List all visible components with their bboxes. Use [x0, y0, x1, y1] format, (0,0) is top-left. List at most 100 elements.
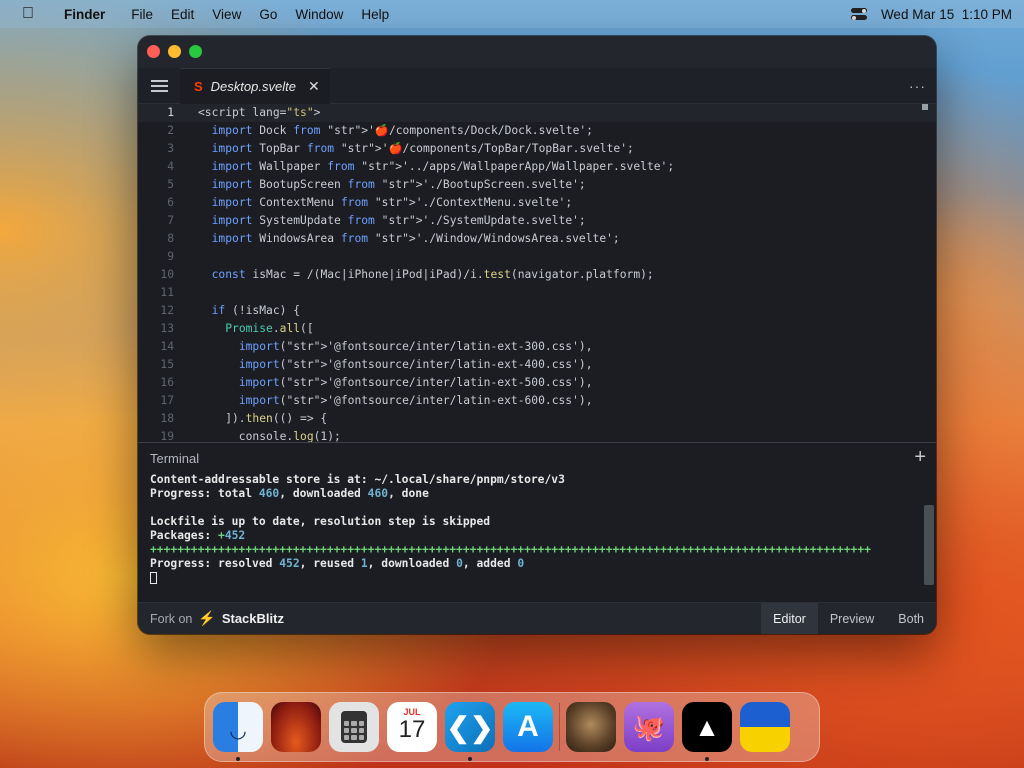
line-number: 7	[167, 214, 174, 227]
code-line[interactable]: 12 if (!isMac) {	[138, 302, 936, 320]
code-line[interactable]: 15 import("str">'@fontsource/inter/latin…	[138, 356, 936, 374]
menu-clock[interactable]: Wed Mar 15 1:10 PM	[881, 7, 1012, 22]
code-line[interactable]: 10 const isMac = /(Mac|iPhone|iPod|iPad)…	[138, 266, 936, 284]
menu-view[interactable]: View	[212, 7, 241, 22]
line-number: 8	[167, 232, 174, 245]
calendar-day: 17	[398, 716, 426, 743]
mode-preview-button[interactable]: Preview	[818, 603, 886, 635]
line-number: 4	[167, 160, 174, 173]
menu-bar:  Finder File Edit View Go Window Help W…	[0, 0, 1024, 28]
line-number: 15	[160, 358, 174, 371]
code-line[interactable]: 8 import WindowsArea from "str">'./Windo…	[138, 230, 936, 248]
cat-photo-icon[interactable]	[566, 702, 616, 752]
vercel-icon[interactable]: ▲	[682, 702, 732, 761]
maximize-window-button[interactable]	[189, 45, 202, 58]
line-number: 17	[160, 394, 174, 407]
svelte-file-icon: S	[194, 78, 203, 94]
code-text: import("str">'@fontsource/inter/latin-ex…	[238, 394, 593, 407]
terminal-scrollbar[interactable]	[924, 505, 934, 585]
calculator-icon[interactable]	[329, 702, 379, 752]
terminal-panel: Terminal + Content-addressable store is …	[138, 442, 936, 602]
code-text: import TopBar from "str">'🍎/components/T…	[211, 142, 634, 155]
code-text: Promise.all([	[225, 322, 314, 335]
fork-on-stackblitz-link[interactable]: Fork on ⚡ StackBlitz	[150, 610, 284, 627]
code-text: import BootupScreen from "str">'./Bootup…	[211, 178, 586, 191]
mode-editor-button[interactable]: Editor	[761, 602, 818, 634]
vscode-icon[interactable]: ❮❯	[445, 702, 495, 761]
code-text: console.log(1);	[198, 430, 341, 442]
code-line[interactable]: 18 ]).then(() => {	[138, 410, 936, 428]
code-editor[interactable]: 1 <script lang="ts"> 2 import Dock from "s…	[138, 104, 936, 442]
stackblitz-brand: StackBlitz	[221, 611, 284, 626]
code-line[interactable]: 9	[138, 248, 936, 266]
terminal-line: Content-addressable store is at: ~/.loca…	[150, 473, 565, 486]
window-titlebar[interactable]	[138, 36, 936, 68]
dock-separator	[559, 703, 560, 751]
code-text: import("str">'@fontsource/inter/latin-ex…	[238, 376, 593, 389]
line-number: 19	[160, 430, 174, 442]
line-number: 11	[160, 286, 174, 299]
code-line[interactable]: 13 Promise.all([	[138, 320, 936, 338]
line-number: 6	[167, 196, 174, 209]
hamburger-menu-icon[interactable]	[138, 79, 178, 92]
line-number: 13	[160, 322, 174, 335]
menu-help[interactable]: Help	[361, 7, 389, 22]
close-tab-icon[interactable]: ✕	[308, 78, 320, 95]
terminal-output[interactable]: Content-addressable store is at: ~/.loca…	[138, 473, 936, 585]
terminal-title: Terminal	[150, 450, 200, 466]
code-line[interactable]: 2 import Dock from "str">'🍎/components/D…	[138, 122, 936, 140]
code-line[interactable]: 14 import("str">'@fontsource/inter/latin…	[138, 338, 936, 356]
code-line[interactable]: 7 import SystemUpdate from "str">'./Syst…	[138, 212, 936, 230]
code-line[interactable]: 11	[138, 284, 936, 302]
fork-label: Fork on	[150, 611, 193, 626]
ukraine-flag-icon[interactable]	[740, 702, 790, 752]
code-text: import WindowsArea from "str">'./Window/…	[211, 232, 620, 245]
menu-edit[interactable]: Edit	[171, 7, 194, 22]
minimize-window-button[interactable]	[168, 45, 181, 58]
tab-label: Desktop.svelte	[210, 78, 296, 94]
code-line[interactable]: 3 import TopBar from "str">'🍎/components…	[138, 140, 936, 158]
code-line[interactable]: 1 <script lang="ts">	[138, 104, 936, 122]
window-footer: Fork on ⚡ StackBlitz Editor Preview Both	[138, 602, 936, 634]
code-line[interactable]: 17 import("str">'@fontsource/inter/latin…	[138, 392, 936, 410]
app-store-icon[interactable]: A	[503, 702, 553, 752]
tab-desktop-svelte[interactable]: S Desktop.svelte ✕	[180, 67, 330, 104]
code-line[interactable]: 16 import("str">'@fontsource/inter/latin…	[138, 374, 936, 392]
code-line[interactable]: 6 import ContextMenu from "str">'./Conte…	[138, 194, 936, 212]
code-line[interactable]: 19 console.log(1);	[138, 428, 936, 442]
terminal-line: Progress: resolved 452, reused 1, downlo…	[150, 557, 525, 570]
close-window-button[interactable]	[147, 45, 160, 58]
github-icon[interactable]: 🐙	[624, 702, 674, 752]
code-text: if (!isMac) {	[211, 304, 301, 317]
apple-menu-icon[interactable]: 	[22, 5, 44, 23]
menu-window[interactable]: Window	[295, 7, 343, 22]
menu-go[interactable]: Go	[259, 7, 277, 22]
finder-icon[interactable]	[213, 702, 263, 761]
menu-app-name[interactable]: Finder	[64, 7, 105, 22]
line-number: 14	[160, 340, 174, 353]
control-center-icon[interactable]	[850, 7, 869, 21]
editor-scrollbar[interactable]	[922, 104, 928, 110]
terminal-line: Packages: +452	[150, 529, 246, 542]
code-text: import("str">'@fontsource/inter/latin-ex…	[238, 358, 593, 371]
line-number: 3	[167, 142, 174, 155]
menu-file[interactable]: File	[131, 7, 153, 22]
code-line[interactable]: 4 import Wallpaper from "str">'../apps/W…	[138, 158, 936, 176]
code-text: ]).then(() => {	[198, 412, 328, 425]
terminal-line: Lockfile is up to date, resolution step …	[150, 515, 491, 528]
code-line[interactable]: 5 import BootupScreen from "str">'./Boot…	[138, 176, 936, 194]
more-options-icon[interactable]: ···	[909, 78, 926, 94]
line-number: 9	[167, 250, 174, 263]
mode-both-button[interactable]: Both	[886, 603, 936, 635]
editor-tab-bar: S Desktop.svelte ✕ ···	[138, 67, 936, 104]
wallpapers-icon[interactable]	[271, 702, 321, 752]
add-terminal-icon[interactable]: +	[914, 446, 926, 469]
calendar-icon[interactable]: JUL 17	[387, 702, 437, 752]
code-text: import("str">'@fontsource/inter/latin-ex…	[238, 340, 593, 353]
code-text: import Wallpaper from "str">'../apps/Wal…	[211, 160, 675, 173]
code-text: <script lang="ts">	[198, 106, 321, 119]
stackblitz-window: S Desktop.svelte ✕ ··· 1 <script lang="ts…	[138, 36, 936, 634]
